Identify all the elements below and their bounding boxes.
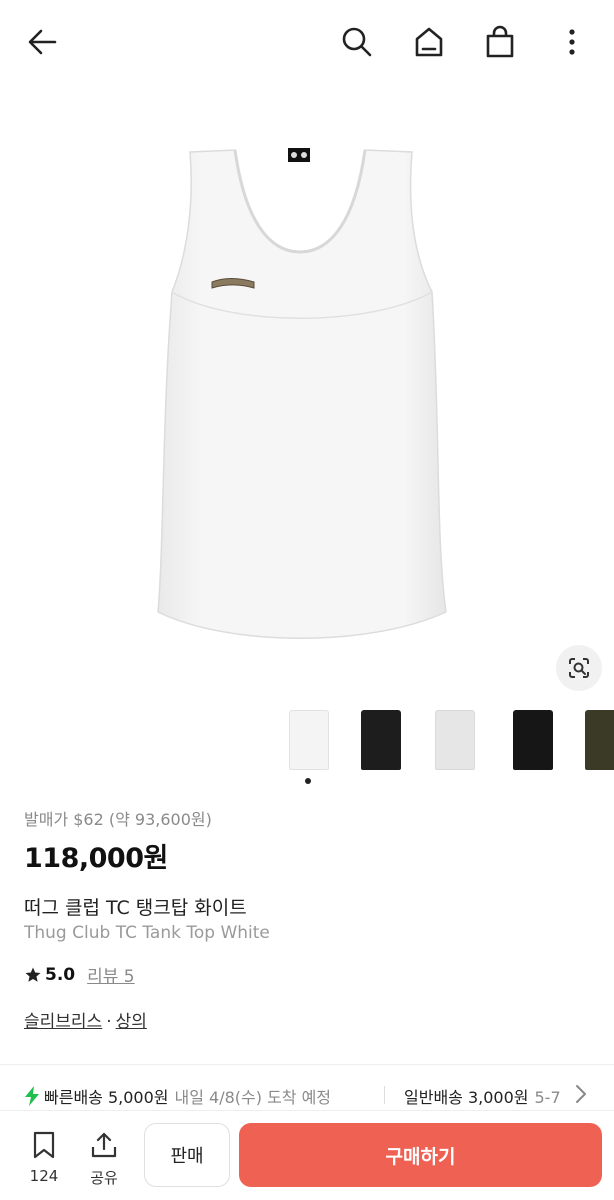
search-icon[interactable] xyxy=(337,22,377,62)
product-main-image[interactable] xyxy=(0,86,614,701)
thumbnail-grey[interactable] xyxy=(416,704,478,770)
active-thumbnail-indicator xyxy=(305,778,311,784)
save-button[interactable]: 124 xyxy=(24,1131,64,1185)
rating-row: 5.0 리뷰 5 xyxy=(24,962,135,987)
sell-button[interactable]: 판매 xyxy=(144,1123,230,1187)
bookmark-icon xyxy=(33,1131,55,1159)
tank-top-image xyxy=(157,148,447,639)
shipping-options-row[interactable]: 빠른배송 5,000원 내일 4/8(수) 도착 예정 일반배송 3,000원 5… xyxy=(0,1074,614,1114)
lightning-icon xyxy=(25,1086,39,1106)
normal-shipping-label: 일반배송 3,000원 xyxy=(404,1088,529,1107)
fast-shipping-eta: 내일 4/8(수) 도착 예정 xyxy=(174,1088,332,1107)
chevron-right-icon[interactable] xyxy=(574,1082,588,1110)
category-separator: · xyxy=(106,1012,112,1032)
top-navigation-bar xyxy=(0,0,614,86)
normal-shipping-eta: 5-7 xyxy=(534,1088,561,1107)
shopping-bag-icon[interactable] xyxy=(480,22,520,62)
star-icon xyxy=(25,967,41,982)
more-vertical-icon[interactable] xyxy=(552,22,592,62)
lens-search-button[interactable] xyxy=(556,645,602,691)
release-price: 발매가 $62 (약 93,600원) xyxy=(24,810,212,829)
shipping-divider xyxy=(384,1086,385,1104)
product-name-english: Thug Club TC Tank Top White xyxy=(24,923,270,943)
buy-button[interactable]: 구매하기 xyxy=(239,1123,602,1187)
fast-shipping-label: 빠른배송 5,000원 xyxy=(44,1088,169,1107)
share-icon xyxy=(91,1132,117,1158)
fast-shipping-option[interactable]: 빠른배송 5,000원 내일 4/8(수) 도착 예정 xyxy=(24,1084,331,1108)
rating-score: 5.0 xyxy=(45,964,76,985)
save-count: 124 xyxy=(29,1167,59,1185)
price: 118,000원 xyxy=(24,843,168,874)
thumbnail-black[interactable] xyxy=(342,704,404,770)
category-link-tops[interactable]: 상의 xyxy=(116,1012,147,1032)
category-breadcrumb: 슬리브리스 · 상의 xyxy=(24,1007,147,1032)
section-divider xyxy=(0,1064,614,1065)
category-link-sleeveless[interactable]: 슬리브리스 xyxy=(24,1012,102,1032)
share-label: 공유 xyxy=(90,1169,118,1187)
home-icon[interactable] xyxy=(409,22,449,62)
share-button[interactable]: 공유 xyxy=(84,1131,124,1188)
thumbnail-olive[interactable] xyxy=(566,704,614,770)
thumbnail-strip xyxy=(270,700,614,776)
back-arrow-icon[interactable] xyxy=(22,22,62,62)
review-link[interactable]: 리뷰 5 xyxy=(87,962,135,987)
lens-icon xyxy=(569,658,589,678)
product-name-korean: 떠그 클럽 TC 탱크탑 화이트 xyxy=(24,897,247,919)
thumbnail-white[interactable] xyxy=(270,704,332,770)
normal-shipping-option[interactable]: 일반배송 3,000원 5-7 xyxy=(404,1084,561,1108)
bottom-action-bar: 124 공유 판매 구매하기 xyxy=(0,1110,614,1200)
thumbnail-black-2[interactable] xyxy=(494,704,556,770)
